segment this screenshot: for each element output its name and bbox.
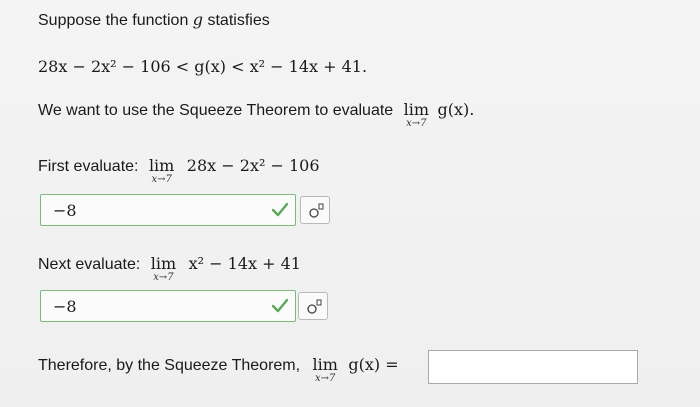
intro-line: Suppose the function g statisfies — [38, 10, 270, 30]
conclusion-expr: g(x) = — [348, 355, 399, 374]
next-limit: lim x→7 — [151, 254, 176, 283]
first-lim-sub: x→7 — [151, 174, 172, 185]
first-expr: 28x − 2x² − 106 — [186, 156, 320, 175]
next-answer-field[interactable]: −8 — [40, 290, 296, 322]
first-math-keypad-button[interactable] — [300, 196, 330, 224]
goal-text: We want to use the Squeeze Theorem to ev… — [38, 102, 394, 119]
next-label: Next evaluate: — [38, 256, 141, 273]
intro-text: Suppose the function — [38, 12, 193, 29]
first-label: First evaluate: — [38, 158, 139, 175]
inequality-left: 28x − 2x² − 106 < — [38, 57, 190, 76]
next-math-keypad-button[interactable] — [298, 292, 328, 320]
conclusion-limit: lim x→7 — [313, 355, 338, 384]
question-page: Suppose the function g statisfies 28x − … — [0, 0, 700, 407]
goal-lim-sub: x→7 — [406, 118, 427, 129]
inequality-middle: g(x) — [194, 57, 227, 76]
conclusion-lim-sub: x→7 — [315, 373, 336, 384]
check-icon — [271, 202, 289, 217]
first-limit: lim x→7 — [149, 156, 174, 185]
goal-limit: lim x→7 — [404, 100, 429, 129]
next-evaluate-line: Next evaluate: lim x→7 x² − 14x + 41 — [38, 254, 301, 283]
conclusion-line: Therefore, by the Squeeze Theorem, lim x… — [38, 355, 399, 384]
next-answer-value: −8 — [53, 297, 77, 316]
goal-lim-word: lim — [403, 100, 430, 119]
next-lim-word: lim — [150, 254, 177, 273]
intro-text-after: statisfies — [203, 12, 270, 29]
first-evaluate-line: First evaluate: lim x→7 28x − 2x² − 106 — [38, 156, 320, 185]
goal-expr: g(x). — [437, 100, 475, 119]
check-icon — [271, 298, 289, 313]
conclusion-text: Therefore, by the Squeeze Theorem, — [38, 357, 301, 374]
inequality-line: 28x − 2x² − 106 < g(x) < x² − 14x + 41. — [38, 57, 367, 76]
math-keypad-icon — [307, 299, 322, 314]
first-answer-field[interactable]: −8 — [40, 194, 296, 226]
conclusion-lim-word: lim — [312, 355, 338, 374]
goal-line: We want to use the Squeeze Theorem to ev… — [38, 100, 474, 129]
first-lim-word: lim — [148, 156, 175, 175]
intro-var: g — [192, 10, 204, 29]
math-keypad-icon — [309, 203, 324, 218]
next-expr: x² − 14x + 41 — [188, 254, 301, 273]
inequality-right: < x² − 14x + 41. — [231, 57, 368, 76]
next-lim-sub: x→7 — [153, 272, 174, 283]
first-answer-value: −8 — [53, 201, 77, 220]
final-answer-input[interactable] — [428, 350, 638, 384]
